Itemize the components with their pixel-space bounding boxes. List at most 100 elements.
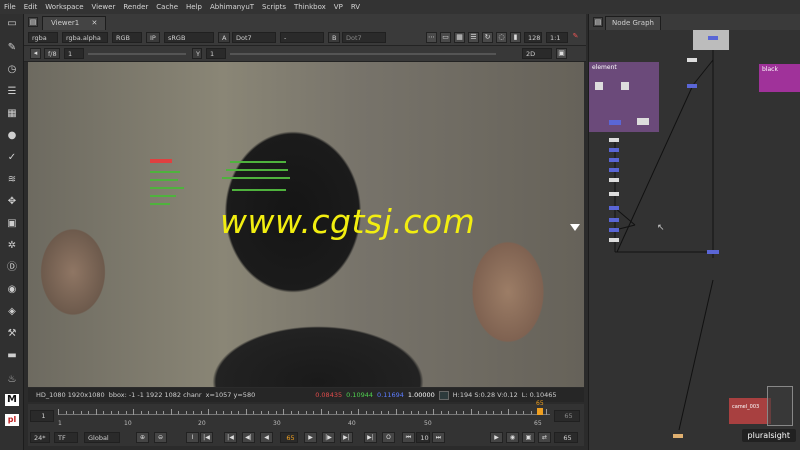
- particles-icon[interactable]: ✲: [5, 240, 19, 252]
- tab-viewer1[interactable]: Viewer1 ✕: [42, 16, 107, 30]
- play-backward-icon[interactable]: ◀: [260, 432, 273, 443]
- node[interactable]: [609, 228, 619, 232]
- node[interactable]: [609, 206, 619, 210]
- menu-workspace[interactable]: Workspace: [45, 3, 83, 11]
- node[interactable]: [609, 178, 619, 182]
- ratio-dropdown[interactable]: 1:1: [546, 32, 568, 43]
- roi-icon[interactable]: ◌: [496, 32, 507, 43]
- color-icon[interactable]: ▦: [5, 108, 19, 120]
- gamma-slider[interactable]: [230, 53, 496, 55]
- overlay-icon[interactable]: ☰: [468, 32, 479, 43]
- step-size-input[interactable]: 10: [416, 432, 430, 443]
- node[interactable]: [609, 218, 619, 222]
- gamma-input[interactable]: 1: [206, 48, 226, 59]
- lut-dropdown[interactable]: sRGB: [164, 32, 214, 43]
- node[interactable]: [687, 84, 697, 88]
- b-input-dropdown[interactable]: Dot7: [342, 32, 386, 43]
- node[interactable]: [673, 434, 683, 438]
- menu-abhimanyut[interactable]: AbhimanyuT: [210, 3, 254, 11]
- play-forward-icon[interactable]: ▶: [304, 432, 317, 443]
- deep-icon[interactable]: Ⓓ: [5, 262, 19, 274]
- close-icon[interactable]: ✕: [91, 19, 97, 27]
- lock-icon[interactable]: ▣: [522, 432, 535, 443]
- viewer-canvas[interactable]: www.cgtsj.com: [28, 62, 584, 387]
- tf-dropdown[interactable]: TF: [54, 432, 78, 443]
- merge-icon[interactable]: ≋: [5, 174, 19, 186]
- node[interactable]: [609, 148, 619, 152]
- toolsets-icon[interactable]: ⚒: [5, 328, 19, 340]
- menu-edit[interactable]: Edit: [24, 3, 38, 11]
- node[interactable]: [687, 58, 697, 62]
- node[interactable]: [609, 138, 619, 142]
- refresh-icon[interactable]: ↻: [482, 32, 493, 43]
- ip-button[interactable]: IP: [146, 32, 160, 43]
- menu-viewer[interactable]: Viewer: [92, 3, 116, 11]
- menu-vp[interactable]: VP: [334, 3, 343, 11]
- playhead[interactable]: [537, 408, 543, 415]
- step-forward-icon[interactable]: |▶: [322, 432, 335, 443]
- menu-thinkbox[interactable]: Thinkbox: [294, 3, 326, 11]
- menu-cache[interactable]: Cache: [156, 3, 178, 11]
- keyer-icon[interactable]: ✓: [5, 152, 19, 164]
- alpha-dropdown[interactable]: rgba.alpha: [62, 32, 108, 43]
- zoom-dropdown[interactable]: 128: [524, 32, 542, 43]
- backdrop-camel[interactable]: camel_003: [729, 398, 771, 424]
- timeline-ruler[interactable]: 1 10 20 30 40 50 65: [58, 408, 550, 427]
- prev-keyframe-icon[interactable]: |◀: [224, 432, 237, 443]
- read-node[interactable]: [693, 30, 729, 50]
- node[interactable]: [609, 192, 619, 196]
- furnace-icon[interactable]: ♨: [5, 374, 19, 386]
- channel-icon[interactable]: ☰: [5, 86, 19, 98]
- gain-slider[interactable]: [88, 53, 186, 55]
- pause-icon[interactable]: ▮: [510, 32, 521, 43]
- paint-brush-icon[interactable]: ✎: [5, 42, 19, 54]
- node-graph-canvas[interactable]: element black ↖ camel_003 pluralsight: [588, 30, 800, 450]
- gain-input[interactable]: 1: [64, 48, 84, 59]
- navigator-minimap[interactable]: [767, 386, 793, 426]
- m-plugin-icon[interactable]: M: [5, 394, 19, 406]
- pane-menu-icon[interactable]: ▤: [28, 17, 38, 27]
- out-frame-input[interactable]: 65: [554, 410, 580, 422]
- metadata-icon[interactable]: ◈: [5, 306, 19, 318]
- fps-dropdown[interactable]: 24*: [30, 432, 50, 443]
- first-frame-icon[interactable]: |◀: [200, 432, 213, 443]
- flipbook-icon[interactable]: ▶: [490, 432, 503, 443]
- step-back-icon[interactable]: ◀|: [242, 432, 255, 443]
- next-keyframe-icon[interactable]: ▶|: [340, 432, 353, 443]
- tab-node-graph[interactable]: Node Graph: [605, 16, 661, 30]
- colorspace-dropdown[interactable]: RGB: [112, 32, 142, 43]
- pl-plugin-icon[interactable]: pl: [5, 414, 19, 426]
- node[interactable]: [609, 168, 619, 172]
- node[interactable]: [708, 36, 718, 40]
- out-point-icon[interactable]: O: [382, 432, 395, 443]
- capture-icon[interactable]: ◉: [506, 432, 519, 443]
- in-point-icon[interactable]: I: [186, 432, 199, 443]
- skip-back-icon[interactable]: ⏮: [402, 432, 415, 443]
- current-frame-input[interactable]: 65: [280, 432, 298, 443]
- viewer-options-arrow[interactable]: [570, 224, 580, 231]
- menu-render[interactable]: Render: [123, 3, 148, 11]
- backdrop-black[interactable]: black: [759, 64, 800, 92]
- menu-file[interactable]: File: [4, 3, 16, 11]
- camera-icon[interactable]: ▣: [556, 48, 567, 59]
- safe-area-icon[interactable]: ⋯: [426, 32, 437, 43]
- other-icon[interactable]: ▬: [5, 350, 19, 362]
- end-frame-input[interactable]: 65: [554, 432, 578, 443]
- histogram-icon[interactable]: ▦: [454, 32, 465, 43]
- node[interactable]: [609, 238, 619, 242]
- 3d-icon[interactable]: ▣: [5, 218, 19, 230]
- menu-rv[interactable]: RV: [351, 3, 360, 11]
- channels-dropdown[interactable]: rgba: [28, 32, 58, 43]
- a-input-dropdown[interactable]: Dot7: [232, 32, 276, 43]
- last-frame-icon[interactable]: ▶|: [364, 432, 377, 443]
- zoom-in-icon[interactable]: ⊕: [136, 432, 149, 443]
- compare-dropdown[interactable]: -: [280, 32, 324, 43]
- node[interactable]: [707, 250, 719, 254]
- loop-icon[interactable]: ⇄: [538, 432, 551, 443]
- exposure-icon[interactable]: ◂: [30, 48, 41, 59]
- views-icon[interactable]: ◉: [5, 284, 19, 296]
- menu-help[interactable]: Help: [186, 3, 202, 11]
- time-icon[interactable]: ◷: [5, 64, 19, 76]
- transform-icon[interactable]: ✥: [5, 196, 19, 208]
- zoom-out-icon[interactable]: ⊖: [154, 432, 167, 443]
